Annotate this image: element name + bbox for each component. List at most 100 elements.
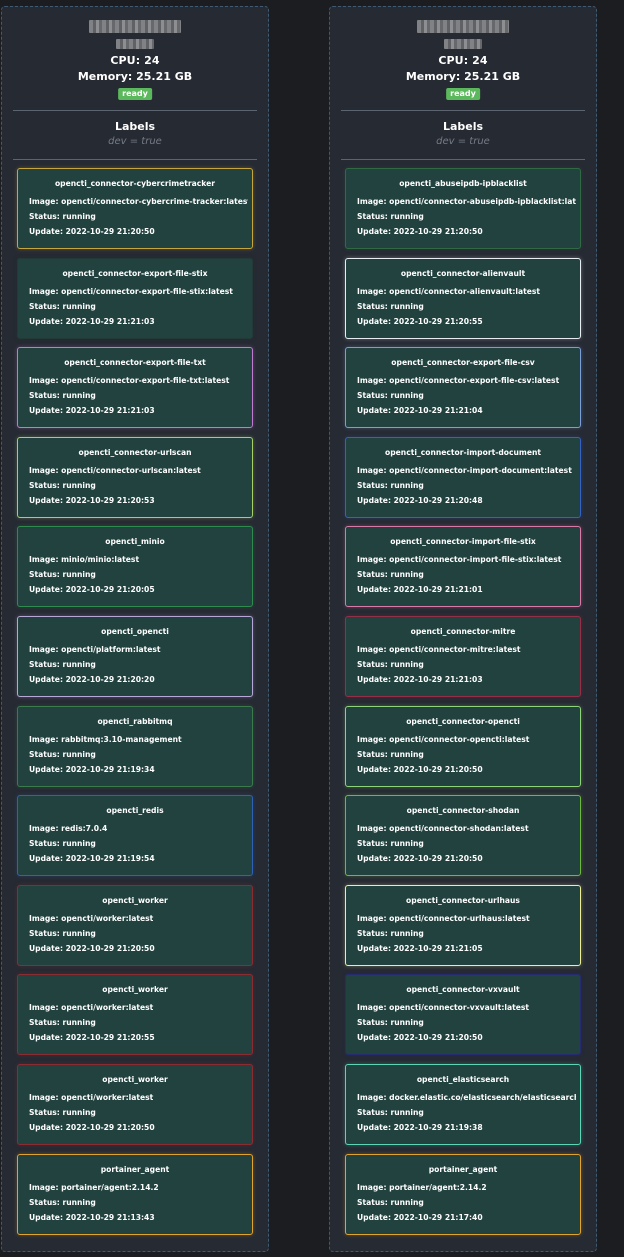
task-image: Image: opencti/connector-export-file-sti… bbox=[29, 287, 233, 296]
task-name: opencti_connector-export-file-stix bbox=[62, 269, 208, 278]
task-name: opencti_elasticsearch bbox=[416, 1075, 510, 1084]
task-card[interactable]: opencti_connector-export-file-txt Image: … bbox=[17, 347, 253, 428]
task-card[interactable]: opencti_rabbitmq Image: rabbitmq:3.10-man… bbox=[17, 706, 253, 787]
task-image: Image: redis:7.0.4 bbox=[29, 824, 108, 833]
task-update: Update: 2022-10-29 21:20:50 bbox=[357, 854, 483, 863]
node-card: CPU: 24 Memory: 25.21 GB ready Labels de… bbox=[329, 6, 597, 1252]
task-status: Status: running bbox=[29, 1198, 96, 1207]
task-image: Image: opencti/connector-cybercrime-trac… bbox=[29, 197, 248, 206]
task-name: opencti_connector-export-file-csv bbox=[391, 358, 535, 367]
task-card[interactable]: opencti_connector-import-file-stix Image:… bbox=[345, 526, 581, 607]
divider bbox=[13, 159, 257, 160]
status-badge: ready bbox=[446, 88, 480, 100]
task-update: Update: 2022-10-29 21:21:03 bbox=[29, 406, 155, 415]
task-image: Image: docker.elastic.co/elasticsearch/e… bbox=[357, 1093, 576, 1102]
task-image: Image: opencti/connector-vxvault:latest bbox=[357, 1003, 530, 1012]
task-card[interactable]: portainer_agent Image: portainer/agent:2.… bbox=[345, 1154, 581, 1235]
task-card[interactable]: opencti_connector-shodan Image: opencti/c… bbox=[345, 795, 581, 876]
task-name: opencti_connector-urlhaus bbox=[406, 896, 520, 905]
node-cpu: CPU: 24 bbox=[438, 54, 488, 67]
task-name: opencti_abuseipdb-ipblacklist bbox=[399, 179, 527, 188]
task-image: Image: opencti/worker:latest bbox=[29, 914, 154, 923]
task-card[interactable]: opencti_opencti Image: opencti/platform:l… bbox=[17, 616, 253, 697]
task-name: opencti_connector-cybercrimetracker bbox=[54, 179, 216, 188]
task-update: Update: 2022-10-29 21:21:03 bbox=[357, 675, 483, 684]
task-update: Update: 2022-10-29 21:19:34 bbox=[29, 765, 155, 774]
task-card[interactable]: opencti_worker Image: opencti/worker:late… bbox=[17, 885, 253, 966]
task-card[interactable]: opencti_connector-mitre Image: opencti/co… bbox=[345, 616, 581, 697]
task-name: opencti_connector-opencti bbox=[406, 717, 520, 726]
task-update: Update: 2022-10-29 21:20:55 bbox=[29, 1033, 155, 1042]
task-status: Status: running bbox=[357, 1108, 424, 1117]
task-card[interactable]: opencti_minio Image: minio/minio:latest St… bbox=[17, 526, 253, 607]
labels-heading: Labels bbox=[442, 120, 484, 133]
task-name: portainer_agent bbox=[100, 1165, 170, 1174]
task-status: Status: running bbox=[29, 839, 96, 848]
task-card[interactable]: opencti_connector-cybercrimetracker Image… bbox=[17, 168, 253, 249]
task-status: Status: running bbox=[357, 391, 424, 400]
task-name: opencti_minio bbox=[105, 537, 165, 546]
task-update: Update: 2022-10-29 21:19:54 bbox=[29, 854, 155, 863]
task-name: portainer_agent bbox=[428, 1165, 498, 1174]
task-update: Update: 2022-10-29 21:20:50 bbox=[29, 1123, 155, 1132]
task-status: Status: running bbox=[29, 660, 96, 669]
task-update: Update: 2022-10-29 21:21:03 bbox=[29, 317, 155, 326]
task-image: Image: minio/minio:latest bbox=[29, 555, 140, 564]
task-name: opencti_rabbitmq bbox=[97, 717, 173, 726]
task-image: Image: opencti/connector-abuseipdb-ipbla… bbox=[357, 197, 576, 206]
task-name: opencti_connector-export-file-txt bbox=[64, 358, 206, 367]
task-update: Update: 2022-10-29 21:20:53 bbox=[29, 496, 155, 505]
task-image: Image: opencti/connector-urlhaus:latest bbox=[357, 914, 530, 923]
task-image: Image: opencti/platform:latest bbox=[29, 645, 161, 654]
task-update: Update: 2022-10-29 21:20:50 bbox=[29, 944, 155, 953]
task-status: Status: running bbox=[29, 212, 96, 221]
task-update: Update: 2022-10-29 21:17:40 bbox=[357, 1213, 483, 1222]
task-card[interactable]: opencti_connector-import-document Image: … bbox=[345, 437, 581, 518]
task-image: Image: opencti/connector-alienvault:late… bbox=[357, 287, 541, 296]
task-name: opencti_worker bbox=[102, 985, 168, 994]
task-update: Update: 2022-10-29 21:20:55 bbox=[357, 317, 483, 326]
task-name: opencti_connector-alienvault bbox=[400, 269, 526, 278]
task-card[interactable]: opencti_connector-urlhaus Image: opencti/… bbox=[345, 885, 581, 966]
task-card[interactable]: opencti_connector-urlscan Image: opencti/… bbox=[17, 437, 253, 518]
task-card[interactable]: opencti_connector-export-file-stix Image:… bbox=[17, 258, 253, 339]
task-card[interactable]: opencti_connector-opencti Image: opencti/… bbox=[345, 706, 581, 787]
task-card[interactable]: opencti_connector-vxvault Image: opencti/… bbox=[345, 974, 581, 1055]
task-image: Image: opencti/worker:latest bbox=[29, 1093, 154, 1102]
task-card[interactable]: opencti_connector-alienvault Image: openc… bbox=[345, 258, 581, 339]
task-name: opencti_connector-import-file-stix bbox=[390, 537, 536, 546]
task-name: opencti_connector-mitre bbox=[410, 627, 516, 636]
task-card[interactable]: opencti_worker Image: opencti/worker:late… bbox=[17, 1064, 253, 1145]
task-image: Image: opencti/connector-import-document… bbox=[357, 466, 572, 475]
task-name: opencti_connector-urlscan bbox=[78, 448, 192, 457]
task-card[interactable]: portainer_agent Image: portainer/agent:2.… bbox=[17, 1154, 253, 1235]
task-update: Update: 2022-10-29 21:20:50 bbox=[29, 227, 155, 236]
task-status: Status: running bbox=[357, 929, 424, 938]
redacted-hostname bbox=[89, 20, 181, 33]
task-update: Update: 2022-10-29 21:21:05 bbox=[357, 944, 483, 953]
task-status: Status: running bbox=[357, 839, 424, 848]
task-card[interactable]: opencti_redis Image: redis:7.0.4 Status: r… bbox=[17, 795, 253, 876]
task-status: Status: running bbox=[357, 570, 424, 579]
task-status: Status: running bbox=[357, 302, 424, 311]
task-status: Status: running bbox=[357, 212, 424, 221]
task-update: Update: 2022-10-29 21:20:48 bbox=[357, 496, 483, 505]
task-name: opencti_worker bbox=[102, 896, 168, 905]
task-status: Status: running bbox=[357, 481, 424, 490]
status-badge: ready bbox=[118, 88, 152, 100]
divider bbox=[341, 159, 585, 160]
node-cpu: CPU: 24 bbox=[110, 54, 160, 67]
task-status: Status: running bbox=[357, 750, 424, 759]
task-status: Status: running bbox=[357, 1018, 424, 1027]
task-card[interactable]: opencti_abuseipdb-ipblacklist Image: open… bbox=[345, 168, 581, 249]
task-update: Update: 2022-10-29 21:20:50 bbox=[357, 765, 483, 774]
task-image: Image: opencti/connector-shodan:latest bbox=[357, 824, 529, 833]
task-status: Status: running bbox=[29, 929, 96, 938]
task-name: opencti_worker bbox=[102, 1075, 168, 1084]
task-name: opencti_connector-import-document bbox=[384, 448, 542, 457]
task-card[interactable]: opencti_elasticsearch Image: docker.elast… bbox=[345, 1064, 581, 1145]
labels-heading: Labels bbox=[114, 120, 156, 133]
task-card[interactable]: opencti_worker Image: opencti/worker:late… bbox=[17, 974, 253, 1055]
divider bbox=[341, 110, 585, 111]
task-card[interactable]: opencti_connector-export-file-csv Image: … bbox=[345, 347, 581, 428]
